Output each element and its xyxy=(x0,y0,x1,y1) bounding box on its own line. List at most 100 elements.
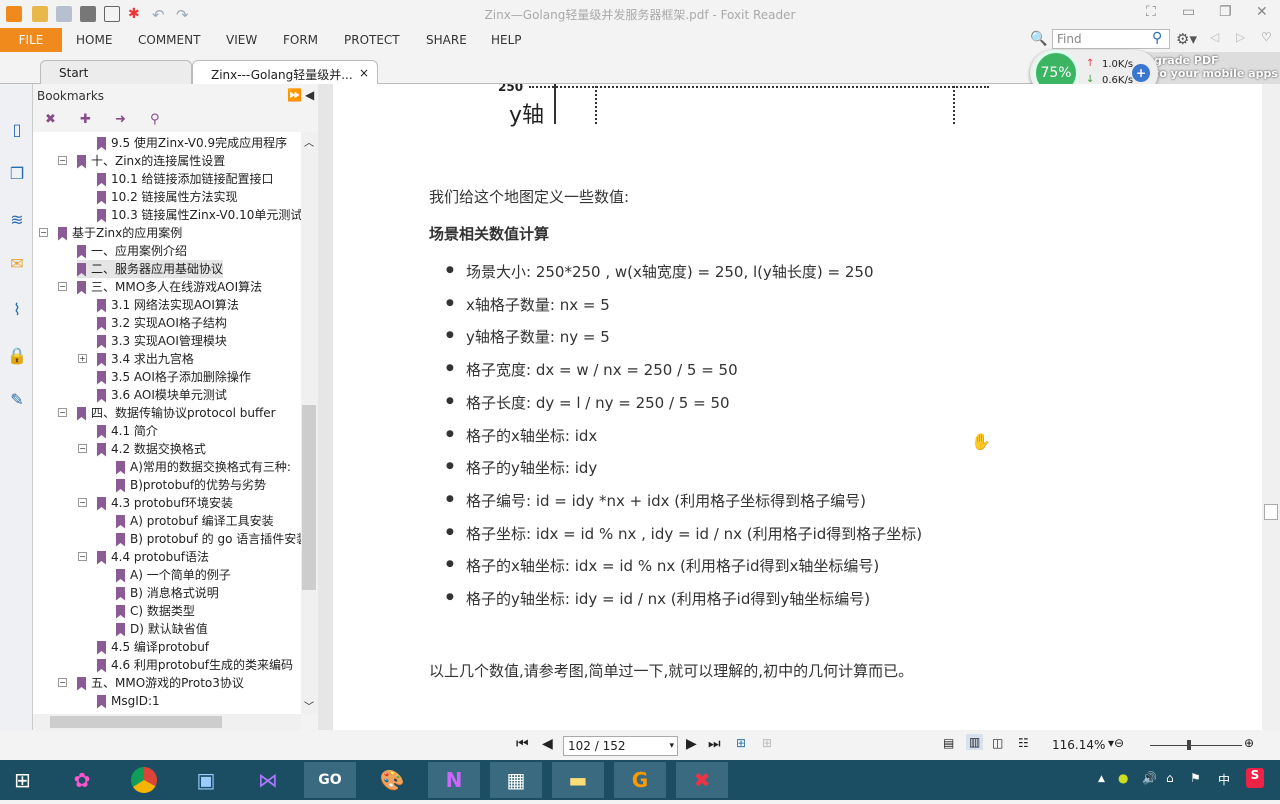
tab-document[interactable]: Zinx---Golang轻量级并... × xyxy=(192,60,378,84)
bookmark-item[interactable]: − 4.3 protobuf环境安装 xyxy=(78,494,233,512)
bookmark-item[interactable]: B) 消息格式说明 xyxy=(116,584,219,602)
first-page-icon[interactable]: ⏮ xyxy=(516,736,529,752)
bookmark-item[interactable]: 二、服务器应用基础协议 xyxy=(77,260,224,278)
collapse-icon[interactable]: − xyxy=(58,408,67,417)
collapse-icon[interactable]: − xyxy=(78,444,87,453)
bookmark-item[interactable]: − 4.2 数据交换格式 xyxy=(78,440,206,458)
continuous-facing-icon[interactable]: ☷ xyxy=(1018,736,1029,750)
collapse-panel-icon[interactable]: ◀ xyxy=(305,88,314,102)
find-bookmark-icon[interactable]: ⚲ xyxy=(150,112,164,128)
tray-expand-icon[interactable]: ▲ xyxy=(1098,774,1105,784)
taskbar-visual-studio[interactable]: ⋈ xyxy=(242,762,294,798)
attachments-icon[interactable]: ⌇ xyxy=(7,300,27,320)
last-page-icon[interactable]: ⏭ xyxy=(708,736,721,752)
restore-button[interactable]: ❐ xyxy=(1219,4,1232,20)
bookmark-hscroll-thumb[interactable] xyxy=(50,716,222,728)
bookmark-item[interactable]: 4.5 编译protobuf xyxy=(97,638,209,656)
collapse-icon[interactable]: − xyxy=(58,156,67,165)
heart-icon[interactable]: ♡ xyxy=(1261,30,1272,44)
action-center-flag-icon[interactable]: ⚑ xyxy=(1190,771,1201,785)
bookmark-item[interactable]: B) protobuf 的 go 语言插件安装 xyxy=(116,530,303,548)
scroll-up-icon[interactable]: ︿ xyxy=(304,134,314,149)
signature-icon[interactable]: ✎ xyxy=(7,390,27,410)
taskbar-foxit[interactable]: G xyxy=(614,762,666,798)
bookmark-item[interactable]: − 五、MMO游戏的Proto3协议 xyxy=(58,674,244,692)
taskbar-app-pinwheel[interactable]: ✿ xyxy=(56,762,108,798)
single-page-icon[interactable]: ▤ xyxy=(943,736,954,750)
page-number-input[interactable]: 102 / 152 ▾ xyxy=(563,736,678,756)
bookmark-item[interactable]: 3.5 AOI格子添加删除操作 xyxy=(97,368,251,386)
network-icon[interactable]: ⌂ xyxy=(1166,771,1174,785)
sogou-icon[interactable]: S xyxy=(1246,768,1264,788)
bookmark-item[interactable]: 4.1 简介 xyxy=(97,422,158,440)
collapse-icon[interactable]: − xyxy=(78,552,87,561)
zoom-in-icon[interactable]: ⊕ xyxy=(1244,736,1254,750)
bookmark-item[interactable]: A) 一个简单的例子 xyxy=(116,566,231,584)
bookmark-item[interactable]: − 十、Zinx的连接属性设置 xyxy=(58,152,225,170)
tray-360-icon[interactable]: ● xyxy=(1118,771,1128,785)
add-bookmark-icon[interactable]: ✚ xyxy=(80,112,94,128)
taskbar-app-locker[interactable]: ▦ xyxy=(490,762,542,798)
taskbar-remote-desktop[interactable]: ▣ xyxy=(180,762,232,798)
bookmark-item[interactable]: D) 默认缺省值 xyxy=(116,620,208,638)
search-icon[interactable]: ⚲ xyxy=(1152,30,1162,46)
panel-splitter[interactable] xyxy=(318,84,333,730)
back-icon[interactable]: ◁ xyxy=(1210,30,1219,44)
bookmark-item[interactable]: +3.4 求出九宫格 xyxy=(78,350,194,368)
tab-share[interactable]: SHARE xyxy=(426,33,467,47)
tab-help[interactable]: HELP xyxy=(491,33,522,47)
previous-view-icon[interactable]: ⊞ xyxy=(736,736,746,750)
tab-form[interactable]: FORM xyxy=(283,33,318,47)
scroll-down-icon[interactable]: ﹀ xyxy=(304,698,314,713)
layers-icon[interactable]: ≋ xyxy=(7,210,27,230)
start-button[interactable]: ⊞ xyxy=(14,768,31,792)
gear-icon[interactable]: ⚙▾ xyxy=(1176,30,1197,48)
expand-icon[interactable]: + xyxy=(78,354,87,363)
tab-home[interactable]: HOME xyxy=(76,33,112,47)
document-scrollbar[interactable] xyxy=(1262,84,1280,730)
volume-icon[interactable]: 🔊 xyxy=(1142,771,1157,785)
bookmark-item[interactable]: − 三、MMO多人在线游戏AOI算法 xyxy=(58,278,262,296)
taskbar-goland[interactable]: GO xyxy=(304,762,356,798)
previous-page-icon[interactable]: ◀ xyxy=(542,736,553,752)
zoom-slider-thumb[interactable] xyxy=(1186,740,1191,750)
taskbar-onenote[interactable]: N xyxy=(428,762,480,798)
move-bookmark-icon[interactable]: ➜ xyxy=(115,112,129,128)
ime-indicator[interactable]: 中 xyxy=(1218,771,1230,788)
bookmark-item[interactable]: A) protobuf 编译工具安装 xyxy=(116,512,274,530)
bookmark-item[interactable]: 3.3 实现AOI管理模块 xyxy=(97,332,227,350)
bookmark-item[interactable]: 9.5 使用Zinx-V0.9完成应用程序 xyxy=(97,134,287,152)
find-folder-icon[interactable]: 🔍 xyxy=(1030,31,1047,47)
bookmark-item[interactable]: 10.1 给链接添加链接配置接口 xyxy=(97,170,274,188)
close-button[interactable]: ✕ xyxy=(1256,4,1268,20)
taskbar-paint[interactable]: 🎨 xyxy=(366,762,418,798)
fullscreen-icon[interactable]: ⛶ xyxy=(1146,4,1156,20)
taskbar-xmind[interactable]: ✖ xyxy=(676,762,728,798)
tab-protect[interactable]: PROTECT xyxy=(344,33,400,47)
collapse-icon[interactable]: − xyxy=(58,678,67,687)
taskbar-file-explorer[interactable]: ▬ xyxy=(552,762,604,798)
next-page-icon[interactable]: ▶ xyxy=(686,736,697,752)
zoom-level[interactable]: 116.14% xyxy=(1052,738,1105,752)
next-view-icon[interactable]: ⊞ xyxy=(762,736,772,750)
bookmark-item[interactable]: − 基于Zinx的应用案例 xyxy=(39,224,182,242)
bookmark-item[interactable]: 10.2 链接属性方法实现 xyxy=(97,188,238,206)
delete-bookmark-icon[interactable]: ✖ xyxy=(45,112,59,128)
bookmark-item[interactable]: 一、应用案例介绍 xyxy=(77,242,187,260)
plus-icon[interactable]: + xyxy=(1132,64,1150,82)
collapse-icon[interactable]: − xyxy=(58,282,67,291)
bookmark-item[interactable]: 3.1 网络法实现AOI算法 xyxy=(97,296,239,314)
zoom-slider[interactable] xyxy=(1150,745,1242,746)
document-scroll-thumb[interactable] xyxy=(1264,504,1278,520)
forward-icon[interactable]: ▷ xyxy=(1236,30,1245,44)
bookmarks-icon[interactable]: ❒ xyxy=(7,164,27,184)
bookmark-item[interactable]: C) 数据类型 xyxy=(116,602,195,620)
page-dropdown-icon[interactable]: ▾ xyxy=(669,741,674,751)
zoom-dropdown-icon[interactable]: ▾⊖ xyxy=(1108,736,1124,750)
tab-start[interactable]: Start xyxy=(40,60,192,84)
bookmark-item[interactable]: MsgID:1 xyxy=(97,692,160,710)
bookmark-item[interactable]: 4.6 利用protobuf生成的类来编码 xyxy=(97,656,293,674)
tab-comment[interactable]: COMMENT xyxy=(138,33,200,47)
taskbar-chrome[interactable] xyxy=(118,762,170,798)
bookmark-item[interactable]: 10.3 链接属性Zinx-V0.10单元测试 xyxy=(97,206,302,224)
